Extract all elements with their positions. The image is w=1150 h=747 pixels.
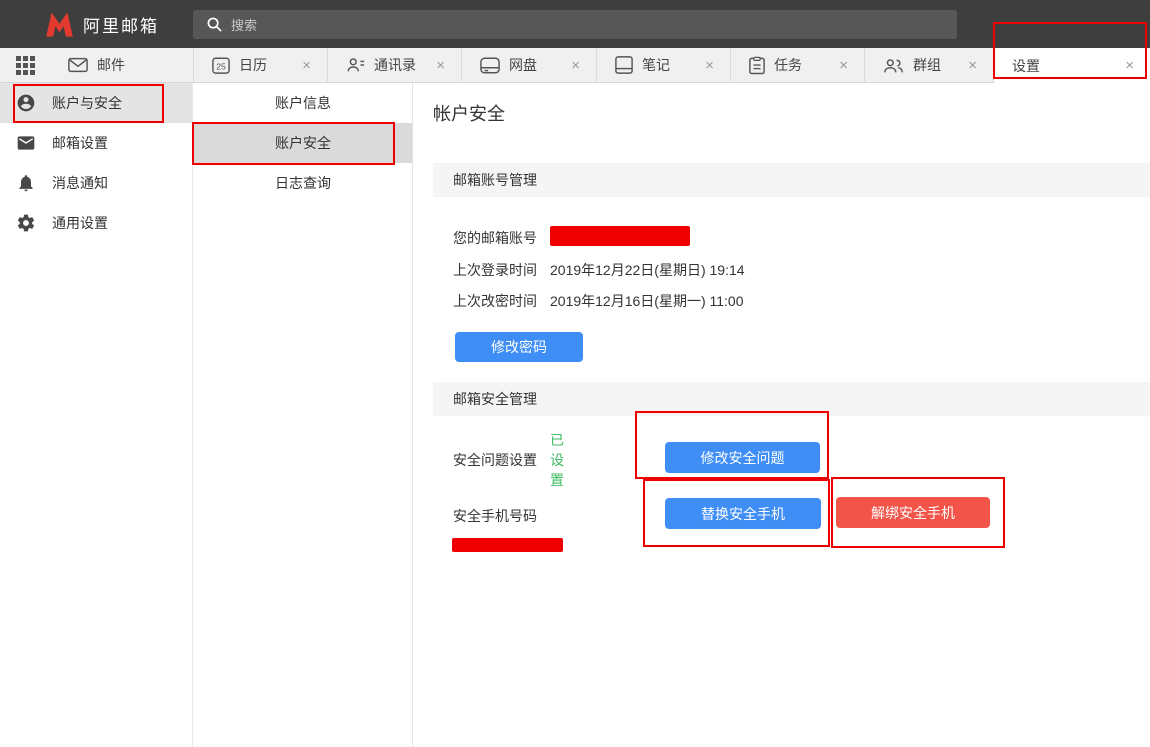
tab-notes[interactable]: 笔记 ×	[596, 48, 730, 82]
sidebar-item-notifications[interactable]: 消息通知	[0, 163, 192, 203]
modify-security-question-button[interactable]: 修改安全问题	[665, 442, 820, 473]
subnav-item-log-query[interactable]: 日志查询	[194, 163, 412, 203]
tab-settings[interactable]: 设置 ×	[993, 48, 1150, 83]
security-phone-label: 安全手机号码	[453, 506, 537, 526]
security-question-row: 安全问题设置 已设置	[453, 450, 537, 470]
tab-label: 任务	[774, 55, 802, 75]
replace-security-phone-button[interactable]: 替换安全手机	[665, 498, 821, 529]
groups-icon	[883, 57, 904, 74]
notes-icon	[615, 56, 633, 74]
close-icon[interactable]: ×	[428, 58, 453, 73]
subnav-item-account-security[interactable]: 账户安全	[194, 123, 412, 163]
security-phone-row: 安全手机号码	[453, 506, 537, 526]
tab-label: 设置	[1012, 56, 1040, 76]
change-password-button[interactable]: 修改密码	[455, 332, 583, 362]
brand: 阿里邮箱	[45, 0, 159, 48]
envelope-icon	[16, 133, 36, 153]
sidebar-item-label: 账户与安全	[52, 93, 122, 113]
subnav-item-account-info[interactable]: 账户信息	[194, 83, 412, 123]
tab-label: 日历	[239, 55, 267, 75]
last-password-change-row: 上次改密时间 2019年12月16日(星期一) 11:00	[453, 291, 537, 311]
section-header-label: 邮箱安全管理	[453, 389, 537, 409]
sidebar-item-label: 消息通知	[52, 173, 108, 193]
search-input[interactable]: 搜索	[193, 10, 957, 39]
close-icon[interactable]: ×	[697, 58, 722, 73]
close-icon[interactable]: ×	[960, 58, 985, 73]
close-icon[interactable]: ×	[831, 58, 856, 73]
drive-icon	[480, 57, 500, 74]
tab-tasks[interactable]: 任务 ×	[730, 48, 864, 82]
tab-label: 笔记	[642, 55, 670, 75]
top-bar: 阿里邮箱 搜索	[0, 0, 1150, 48]
user-circle-icon	[16, 93, 36, 113]
settings-sidebar: 账户与安全 邮箱设置 消息通知 通用设置	[0, 83, 193, 747]
subnav-item-label: 日志查询	[275, 173, 331, 193]
tab-label: 通讯录	[374, 55, 416, 75]
account-security-subnav: 账户信息 账户安全 日志查询	[194, 83, 413, 747]
main-content: 帐户安全 邮箱账号管理 您的邮箱账号 上次登录时间 2019年12月22日(星期…	[414, 83, 1150, 747]
brand-title: 阿里邮箱	[83, 12, 159, 37]
tab-bar: 邮件 25 日历 × 通讯录 ×	[0, 48, 1150, 83]
subnav-item-label: 账户安全	[275, 133, 331, 153]
gear-icon	[16, 213, 36, 233]
sidebar-item-account-security[interactable]: 账户与安全	[0, 83, 192, 123]
app-grid-icon	[16, 56, 35, 75]
last-login-row: 上次登录时间 2019年12月22日(星期日) 19:14	[453, 260, 537, 280]
tab-label: 群组	[913, 55, 941, 75]
app-grid-button[interactable]	[0, 48, 50, 82]
last-password-change-value: 2019年12月16日(星期一) 11:00	[550, 291, 744, 311]
close-icon[interactable]: ×	[1117, 58, 1142, 73]
page-title: 帐户安全	[433, 100, 505, 126]
security-question-label: 安全问题设置	[453, 450, 537, 470]
contacts-icon	[346, 56, 365, 74]
section-header-label: 邮箱账号管理	[453, 170, 537, 190]
alimail-settings-window: 阿里邮箱 搜索 邮件 25 日历 ×	[0, 0, 1150, 747]
last-login-label: 上次登录时间	[453, 260, 537, 280]
tab-contacts[interactable]: 通讯录 ×	[327, 48, 461, 82]
tab-label: 网盘	[509, 55, 537, 75]
close-icon[interactable]: ×	[563, 58, 588, 73]
mail-icon	[68, 57, 88, 73]
tab-label: 邮件	[97, 55, 125, 75]
svg-text:25: 25	[216, 62, 226, 72]
email-account-label: 您的邮箱账号	[453, 228, 537, 248]
sidebar-item-mailbox-settings[interactable]: 邮箱设置	[0, 123, 192, 163]
last-password-change-label: 上次改密时间	[453, 291, 537, 311]
calendar-icon: 25	[212, 56, 230, 74]
sidebar-item-label: 邮箱设置	[52, 133, 108, 153]
search-placeholder: 搜索	[231, 15, 257, 34]
tasks-icon	[749, 56, 765, 75]
tab-calendar[interactable]: 25 日历 ×	[193, 48, 327, 82]
search-icon	[207, 17, 222, 32]
close-icon[interactable]: ×	[294, 58, 319, 73]
subnav-item-label: 账户信息	[275, 93, 331, 113]
last-login-value: 2019年12月22日(星期日) 19:14	[550, 260, 745, 280]
email-account-row: 您的邮箱账号	[453, 228, 537, 248]
alimail-m-logo-icon	[45, 11, 74, 38]
tab-drive[interactable]: 网盘 ×	[461, 48, 596, 82]
tab-groups[interactable]: 群组 ×	[864, 48, 993, 82]
sidebar-item-general-settings[interactable]: 通用设置	[0, 203, 192, 243]
sidebar-item-label: 通用设置	[52, 213, 108, 233]
section-header-mail-security: 邮箱安全管理	[433, 382, 1150, 416]
bell-icon	[16, 173, 36, 193]
unbind-security-phone-button[interactable]: 解绑安全手机	[836, 497, 990, 528]
tab-mail[interactable]: 邮件	[50, 48, 193, 82]
section-header-mail-account: 邮箱账号管理	[433, 163, 1150, 197]
security-question-status: 已设置	[550, 430, 564, 490]
